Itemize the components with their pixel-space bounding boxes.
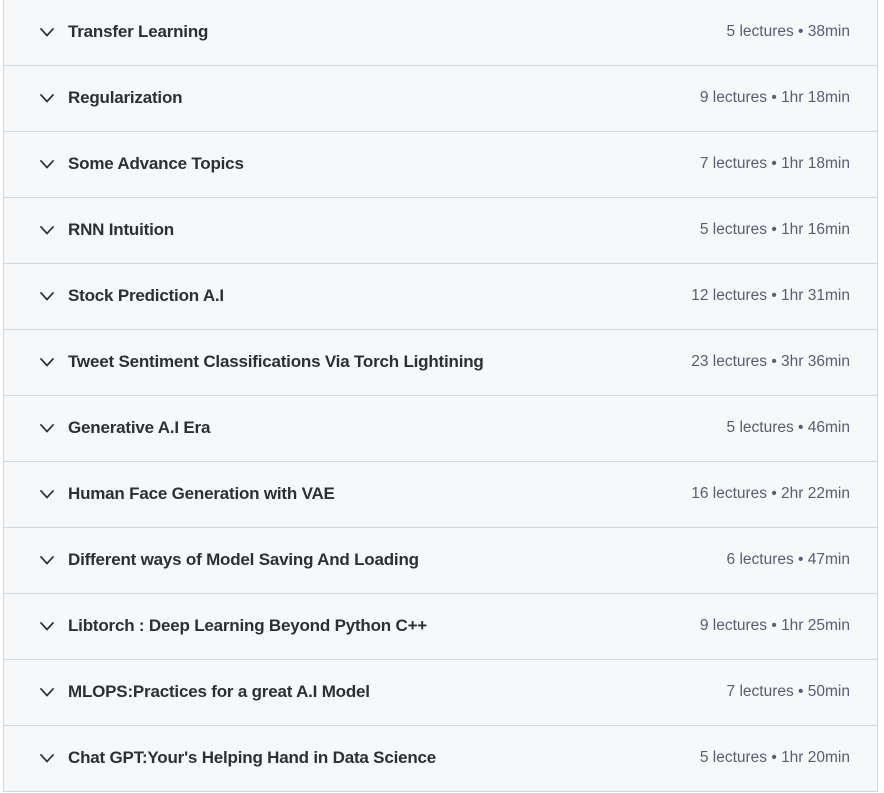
chevron-down-icon[interactable] (37, 749, 57, 769)
section-title: Different ways of Model Saving And Loadi… (68, 550, 419, 570)
chevron-down-icon[interactable] (37, 23, 57, 43)
curriculum-section-row[interactable]: Generative A.I Era 5 lectures • 46min (4, 396, 877, 462)
curriculum-section-row[interactable]: Chat GPT:Your's Helping Hand in Data Sci… (4, 726, 877, 792)
section-meta: 5 lectures • 46min (726, 419, 850, 437)
section-title: Some Advance Topics (68, 154, 244, 174)
section-meta: 5 lectures • 38min (726, 23, 850, 41)
chevron-down-icon[interactable] (37, 287, 57, 307)
chevron-down-icon[interactable] (37, 551, 57, 571)
section-meta: 9 lectures • 1hr 25min (699, 617, 850, 635)
section-meta: 12 lectures • 1hr 31min (691, 287, 850, 305)
section-meta: 9 lectures • 1hr 18min (699, 89, 850, 107)
chevron-down-icon[interactable] (37, 485, 57, 505)
curriculum-section-row[interactable]: Libtorch : Deep Learning Beyond Python C… (4, 594, 877, 660)
section-meta: 23 lectures • 3hr 36min (691, 353, 850, 371)
section-title: Human Face Generation with VAE (68, 484, 335, 504)
chevron-down-icon[interactable] (37, 419, 57, 439)
section-title: RNN Intuition (68, 220, 174, 240)
curriculum-section-row[interactable]: Tweet Sentiment Classifications Via Torc… (4, 330, 877, 396)
section-meta: 5 lectures • 1hr 16min (699, 221, 850, 239)
chevron-down-icon[interactable] (37, 221, 57, 241)
section-title: Stock Prediction A.I (68, 286, 224, 306)
section-meta: 5 lectures • 1hr 20min (699, 749, 850, 767)
curriculum-section-list: Transfer Learning 5 lectures • 38min Reg… (3, 0, 878, 792)
section-title: Tweet Sentiment Classifications Via Torc… (68, 352, 484, 372)
chevron-down-icon[interactable] (37, 683, 57, 703)
chevron-down-icon[interactable] (37, 617, 57, 637)
section-title: Transfer Learning (68, 22, 209, 42)
curriculum-section-row[interactable]: Stock Prediction A.I 12 lectures • 1hr 3… (4, 264, 877, 330)
course-curriculum-panel: Transfer Learning 5 lectures • 38min Reg… (0, 0, 884, 793)
section-meta: 7 lectures • 1hr 18min (699, 155, 850, 173)
section-meta: 6 lectures • 47min (726, 551, 850, 569)
section-meta: 7 lectures • 50min (726, 683, 850, 701)
chevron-down-icon[interactable] (37, 89, 57, 109)
curriculum-section-row[interactable]: RNN Intuition 5 lectures • 1hr 16min (4, 198, 877, 264)
section-title: Libtorch : Deep Learning Beyond Python C… (68, 616, 428, 636)
section-meta: 16 lectures • 2hr 22min (691, 485, 850, 503)
curriculum-section-row[interactable]: Regularization 9 lectures • 1hr 18min (4, 66, 877, 132)
curriculum-section-row[interactable]: Human Face Generation with VAE 16 lectur… (4, 462, 877, 528)
section-title: Regularization (68, 88, 183, 108)
section-title: MLOPS:Practices for a great A.I Model (68, 682, 370, 702)
chevron-down-icon[interactable] (37, 353, 57, 373)
curriculum-section-row[interactable]: MLOPS:Practices for a great A.I Model 7 … (4, 660, 877, 726)
chevron-down-icon[interactable] (37, 155, 57, 175)
curriculum-section-row[interactable]: Some Advance Topics 7 lectures • 1hr 18m… (4, 132, 877, 198)
section-title: Generative A.I Era (68, 418, 211, 438)
curriculum-section-row[interactable]: Different ways of Model Saving And Loadi… (4, 528, 877, 594)
curriculum-section-row[interactable]: Transfer Learning 5 lectures • 38min (4, 0, 877, 66)
section-title: Chat GPT:Your's Helping Hand in Data Sci… (68, 748, 437, 768)
